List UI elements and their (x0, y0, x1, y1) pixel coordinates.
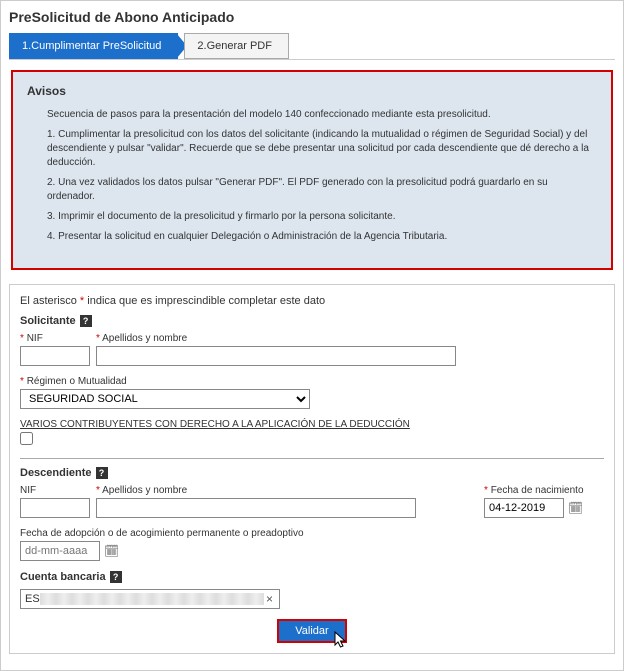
validar-button[interactable]: Validar (277, 619, 346, 643)
fecha-adopcion-label: Fecha de adopción o de acogimiento perma… (20, 528, 304, 539)
solicitante-apellidos-label: * Apellidos y nombre (96, 333, 456, 344)
clear-icon[interactable]: × (264, 592, 275, 606)
notice-intro: Secuencia de pasos para la presentación … (47, 108, 597, 122)
fecha-nacimiento-label: * Fecha de nacimiento (484, 485, 604, 496)
notice-step-4: 4. Presentar la solicitud en cualquier D… (47, 230, 597, 244)
help-icon[interactable]: ? (96, 467, 108, 479)
step-generar-pdf[interactable]: 2.Generar PDF (184, 33, 289, 59)
cuenta-bancaria-heading: Cuenta bancaria ? (20, 571, 604, 583)
descendiente-apellidos-label: * Apellidos y nombre (96, 485, 416, 496)
iban-prefix: ES (25, 593, 40, 605)
descendiente-nif-label: NIF (20, 485, 90, 496)
help-icon[interactable]: ? (110, 571, 122, 583)
help-icon[interactable]: ? (80, 315, 92, 327)
asterisk-note: El asterisco * indica que es imprescindi… (20, 295, 604, 307)
notice-step-3: 3. Imprimir el documento de la presolici… (47, 210, 597, 224)
form-section: El asterisco * indica que es imprescindi… (9, 284, 615, 654)
regimen-label: * Régimen o Mutualidad (20, 376, 310, 387)
fecha-adopcion-input[interactable] (20, 541, 100, 561)
regimen-select[interactable]: SEGURIDAD SOCIAL (20, 389, 310, 409)
solicitante-apellidos-input[interactable] (96, 346, 456, 366)
descendiente-apellidos-input[interactable] (96, 498, 416, 518)
page-title: PreSolicitud de Abono Anticipado (9, 9, 615, 25)
notice-box: Avisos Secuencia de pasos para la presen… (11, 70, 613, 270)
solicitante-nif-label: * NIF (20, 333, 90, 344)
solicitante-heading: Solicitante ? (20, 315, 604, 327)
solicitante-nif-input[interactable] (20, 346, 90, 366)
descendiente-nif-input[interactable] (20, 498, 90, 518)
separator (20, 458, 604, 459)
notice-title: Avisos (27, 84, 597, 98)
calendar-icon[interactable]: 🗓 (104, 544, 118, 558)
descendiente-heading: Descendiente ? (20, 467, 604, 479)
fecha-nacimiento-input[interactable] (484, 498, 564, 518)
wizard-steps: 1.Cumplimentar PreSolicitud 2.Generar PD… (9, 33, 615, 60)
notice-step-1: 1. Cumplimentar la presolicitud con los … (47, 128, 597, 170)
varios-contribuyentes-label: VARIOS CONTRIBUYENTES CON DERECHO A LA A… (20, 419, 604, 430)
iban-value (40, 593, 264, 605)
iban-input-wrap[interactable]: ES × (20, 589, 280, 609)
step-cumplimentar[interactable]: 1.Cumplimentar PreSolicitud (9, 33, 178, 59)
notice-step-2: 2. Una vez validados los datos pulsar "G… (47, 176, 597, 204)
calendar-icon[interactable]: 🗓 (568, 501, 582, 515)
varios-contribuyentes-checkbox[interactable] (20, 432, 33, 445)
